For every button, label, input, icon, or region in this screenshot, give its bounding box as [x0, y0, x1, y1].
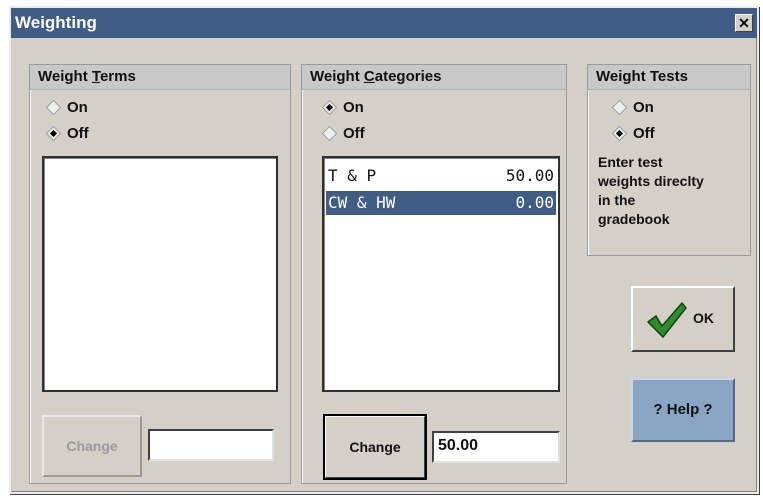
- window-title: Weighting: [15, 13, 97, 32]
- weight-terms-header: Weight Terms: [30, 65, 290, 90]
- weight-tests-group: Weight Tests On Off Enter test weights d…: [587, 64, 751, 256]
- title-bar: Weighting ✕: [11, 8, 757, 38]
- weight-terms-value-field[interactable]: [148, 429, 274, 461]
- weight-terms-group: Weight Terms On Off Change: [29, 64, 291, 484]
- radio-unchecked-icon: [611, 99, 628, 116]
- weight-categories-group: Weight Categories On Off T & P 50.00 CW …: [301, 64, 567, 484]
- weight-terms-change-button[interactable]: Change: [42, 415, 142, 477]
- weight-tests-off-radio[interactable]: Off: [611, 125, 655, 142]
- list-item-selected[interactable]: CW & HW 0.00: [326, 191, 556, 215]
- close-button[interactable]: ✕: [735, 14, 753, 32]
- weighting-dialog: Weighting ✕ Weight Terms On Off Change W…: [9, 6, 759, 494]
- weight-tests-on-radio[interactable]: On: [611, 99, 654, 116]
- close-icon: ✕: [738, 15, 750, 31]
- weight-categories-value-field[interactable]: 50.00: [432, 431, 560, 463]
- radio-checked-icon: [45, 125, 62, 142]
- radio-unchecked-icon: [45, 99, 62, 116]
- weight-categories-off-radio[interactable]: Off: [321, 125, 365, 142]
- radio-checked-icon: [611, 125, 628, 142]
- weight-categories-header: Weight Categories: [302, 65, 566, 90]
- weight-tests-note: Enter test weights direclty in the grade…: [598, 154, 704, 227]
- radio-unchecked-icon: [321, 125, 338, 142]
- weight-categories-change-button[interactable]: Change: [323, 414, 427, 480]
- weight-terms-on-radio[interactable]: On: [45, 99, 88, 116]
- weight-terms-list[interactable]: [42, 156, 278, 392]
- list-item[interactable]: T & P 50.00: [326, 164, 556, 188]
- help-button[interactable]: ? Help ?: [631, 378, 735, 442]
- weight-categories-on-radio[interactable]: On: [321, 99, 364, 116]
- radio-checked-icon: [321, 99, 338, 116]
- weight-terms-off-radio[interactable]: Off: [45, 125, 89, 142]
- weight-categories-list[interactable]: T & P 50.00 CW & HW 0.00: [322, 156, 560, 392]
- ok-button[interactable]: OK: [631, 286, 735, 352]
- checkmark-icon: [646, 301, 687, 339]
- weight-tests-header: Weight Tests: [588, 65, 750, 90]
